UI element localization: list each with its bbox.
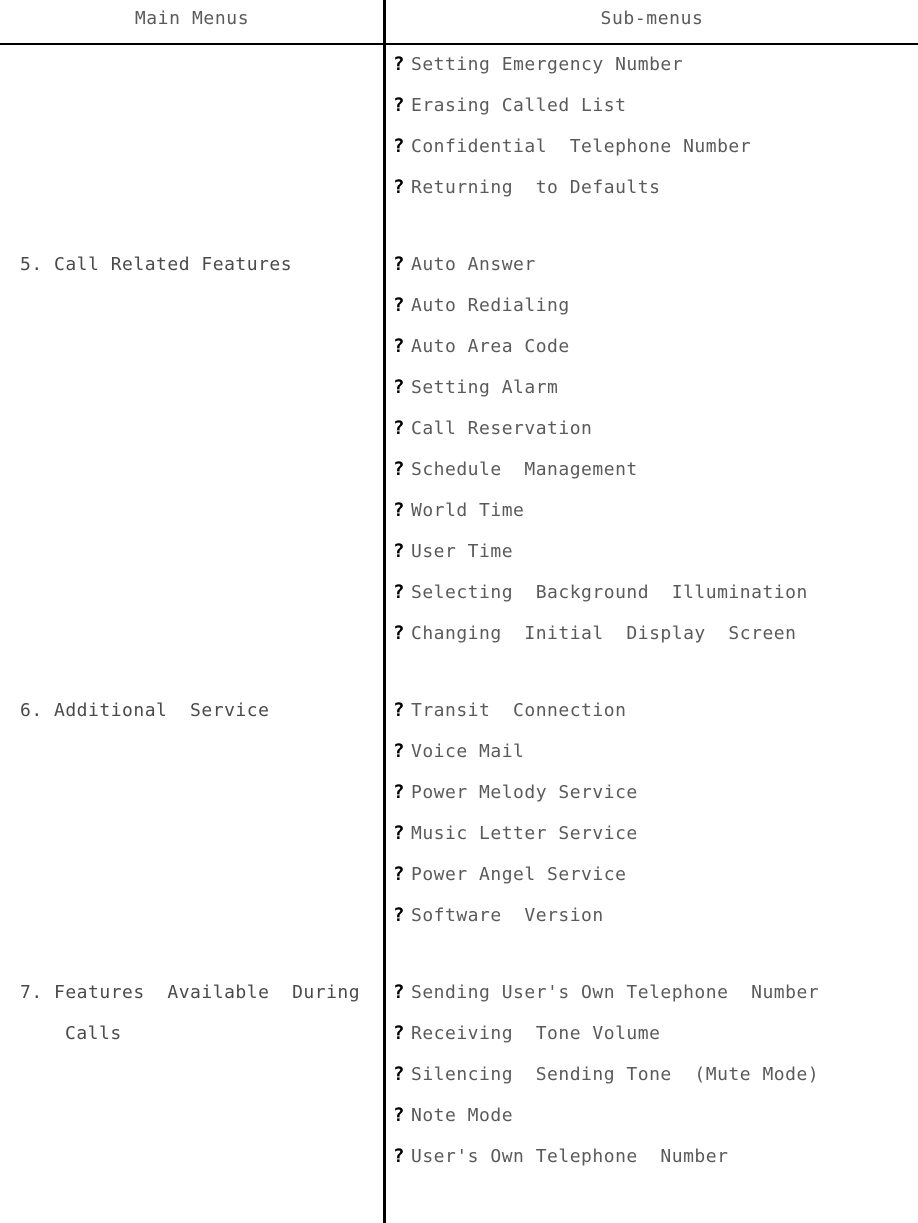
sub-menu-item[interactable]: ? Software Version	[393, 895, 918, 936]
sub-menu-item[interactable]: ? Power Angel Service	[393, 854, 918, 895]
bullet-icon: ?	[393, 1063, 405, 1085]
sub-menu-item-label: Silencing Sending Tone (Mute Mode)	[411, 1064, 820, 1085]
main-menu-label[interactable]: 7. Features Available During Calls	[20, 972, 383, 1054]
bullet-icon: ?	[393, 499, 405, 521]
sub-menu-item-label: Voice Mail	[411, 741, 525, 762]
sub-menu-item[interactable]: ? Confidential Telephone Number	[393, 126, 918, 167]
bullet-icon: ?	[393, 176, 405, 198]
sub-menu-item-label: Auto Redialing	[411, 295, 570, 316]
menu-table-page: Main Menus Sub-menus ? Setting Emergency …	[0, 0, 918, 1223]
sub-menu-item[interactable]: ? Receiving Tone Volume	[393, 1013, 918, 1054]
sub-menu-item[interactable]: ? Silencing Sending Tone (Mute Mode)	[393, 1054, 918, 1095]
sub-menu-item[interactable]: ? World Time	[393, 490, 918, 531]
sub-menu-item-label: Returning to Defaults	[411, 177, 661, 198]
sub-menu-item-label: Receiving Tone Volume	[411, 1023, 661, 1044]
sub-menu-cell: ? Sending User's Own Telephone Number? Rec…	[383, 972, 918, 1177]
table-header-row: Main Menus Sub-menus	[0, 0, 918, 45]
sub-menu-item[interactable]: ? Call Reservation	[393, 408, 918, 449]
sub-menu-item[interactable]: ? Selecting Background Illumination	[393, 572, 918, 613]
sub-menu-item-label: User Time	[411, 541, 514, 562]
bullet-icon: ?	[393, 1145, 405, 1167]
bullet-icon: ?	[393, 376, 405, 398]
bullet-icon: ?	[393, 699, 405, 721]
sub-menu-item-label: Sending User's Own Telephone Number	[411, 982, 820, 1003]
sub-menu-item[interactable]: ? Sending User's Own Telephone Number	[393, 972, 918, 1013]
sub-menu-item-label: Power Angel Service	[411, 864, 627, 885]
sub-menu-item-label: Auto Answer	[411, 254, 536, 275]
sub-menu-item[interactable]: ? Auto Answer	[393, 244, 918, 285]
bullet-icon: ?	[393, 94, 405, 116]
bullet-icon: ?	[393, 740, 405, 762]
sub-menu-item-label: Schedule Management	[411, 459, 638, 480]
sub-menu-item-label: Setting Emergency Number	[411, 54, 684, 75]
sub-menu-item[interactable]: ? Schedule Management	[393, 449, 918, 490]
sub-menu-item[interactable]: ? User's Own Telephone Number	[393, 1136, 918, 1177]
sub-menu-item[interactable]: ? Transit Connection	[393, 690, 918, 731]
menu-group: 5. Call Related Features? Auto Answer? Aut…	[0, 244, 918, 654]
sub-menu-item-label: Software Version	[411, 905, 604, 926]
sub-menu-cell: ? Setting Emergency Number? Erasing Called…	[383, 44, 918, 208]
sub-menu-item[interactable]: ? Auto Area Code	[393, 326, 918, 367]
bullet-icon: ?	[393, 781, 405, 803]
sub-menu-item[interactable]: ? Voice Mail	[393, 731, 918, 772]
menu-group: 6. Additional Service? Transit Connection…	[0, 690, 918, 936]
sub-menu-item[interactable]: ? Setting Alarm	[393, 367, 918, 408]
sub-menu-item[interactable]: ? Note Mode	[393, 1095, 918, 1136]
sub-menu-item-label: Power Melody Service	[411, 782, 638, 803]
bullet-icon: ?	[393, 981, 405, 1003]
main-menu-label-continuation: Calls	[65, 1023, 122, 1044]
sub-menu-item-label: Setting Alarm	[411, 377, 559, 398]
main-menu-label[interactable]: 5. Call Related Features	[20, 244, 383, 285]
sub-menu-item[interactable]: ? Setting Emergency Number	[393, 44, 918, 85]
table-row: 5. Call Related Features? Auto Answer? Aut…	[0, 244, 918, 654]
sub-menu-item[interactable]: ? Auto Redialing	[393, 285, 918, 326]
sub-menu-cell: ? Transit Connection? Voice Mail? Power Mel…	[383, 690, 918, 936]
bullet-icon: ?	[393, 458, 405, 480]
sub-menu-item-label: Music Letter Service	[411, 823, 638, 844]
bullet-icon: ?	[393, 53, 405, 75]
sub-menu-item[interactable]: ? Erasing Called List	[393, 85, 918, 126]
bullet-icon: ?	[393, 294, 405, 316]
sub-menu-item-label: Selecting Background Illumination	[411, 582, 808, 603]
bullet-icon: ?	[393, 253, 405, 275]
bullet-icon: ?	[393, 417, 405, 439]
column-header-sub-menus: Sub-menus	[600, 8, 704, 29]
main-menu-label[interactable]: 6. Additional Service	[20, 690, 383, 731]
table-row: ? Setting Emergency Number? Erasing Called…	[0, 44, 918, 208]
sub-menu-item-label: Erasing Called List	[411, 95, 627, 116]
sub-menu-item-label: Call Reservation	[411, 418, 593, 439]
sub-menu-item[interactable]: ? Music Letter Service	[393, 813, 918, 854]
sub-menu-item-label: Confidential Telephone Number	[411, 136, 752, 157]
sub-menu-item[interactable]: ? User Time	[393, 531, 918, 572]
bullet-icon: ?	[393, 1022, 405, 1044]
bullet-icon: ?	[393, 540, 405, 562]
sub-menu-item[interactable]: ? Power Melody Service	[393, 772, 918, 813]
menu-group: ? Setting Emergency Number? Erasing Called…	[0, 44, 918, 208]
bullet-icon: ?	[393, 822, 405, 844]
bullet-icon: ?	[393, 581, 405, 603]
main-menu-cell: 7. Features Available During Calls	[0, 972, 383, 1054]
sub-menu-item-label: Note Mode	[411, 1105, 514, 1126]
bullet-icon: ?	[393, 904, 405, 926]
bullet-icon: ?	[393, 335, 405, 357]
bullet-icon: ?	[393, 622, 405, 644]
sub-menu-item-label: Transit Connection	[411, 700, 627, 721]
main-menu-cell: 6. Additional Service	[0, 690, 383, 731]
sub-menu-item-label: Changing Initial Display Screen	[411, 623, 797, 644]
sub-menu-item-label: World Time	[411, 500, 525, 521]
bullet-icon: ?	[393, 135, 405, 157]
column-header-main-menus: Main Menus	[134, 8, 250, 29]
sub-menu-cell: ? Auto Answer? Auto Redialing? Auto Area Co…	[383, 244, 918, 654]
sub-menu-item[interactable]: ? Returning to Defaults	[393, 167, 918, 208]
bullet-icon: ?	[393, 863, 405, 885]
sub-menu-item-label: User's Own Telephone Number	[411, 1146, 729, 1167]
bullet-icon: ?	[393, 1104, 405, 1126]
table-row: 6. Additional Service? Transit Connection…	[0, 690, 918, 936]
sub-menu-item-label: Auto Area Code	[411, 336, 570, 357]
menu-group: 7. Features Available During Calls? Sendin…	[0, 972, 918, 1177]
table-body: ? Setting Emergency Number? Erasing Called…	[0, 44, 918, 1177]
main-menu-cell: 5. Call Related Features	[0, 244, 383, 285]
sub-menu-item[interactable]: ? Changing Initial Display Screen	[393, 613, 918, 654]
table-row: 7. Features Available During Calls? Sendin…	[0, 972, 918, 1177]
